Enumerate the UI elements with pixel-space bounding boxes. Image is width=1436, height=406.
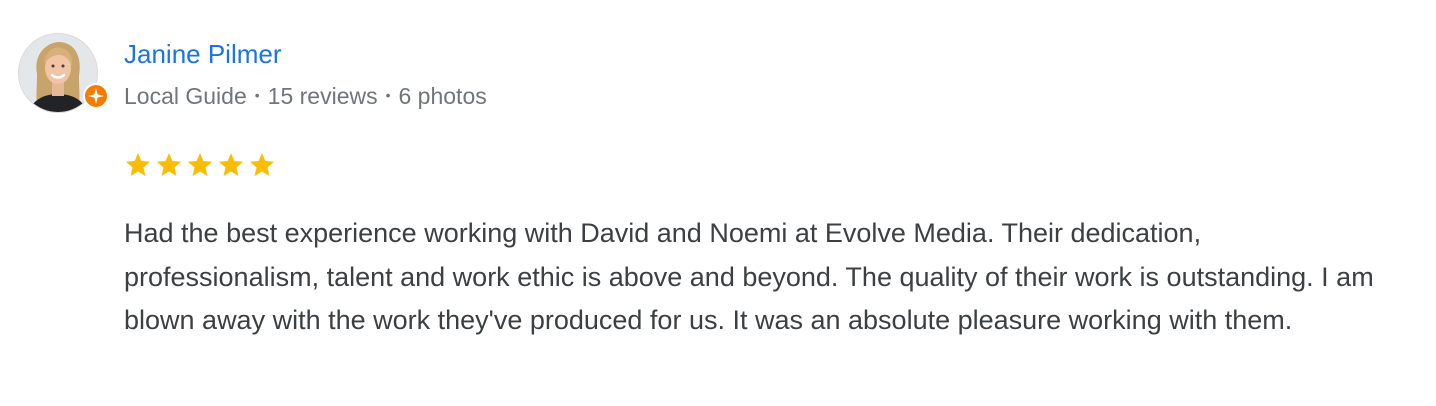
star-icon [156, 153, 182, 176]
local-guide-label: Local Guide [124, 83, 247, 109]
local-guide-star-icon [82, 82, 110, 110]
author-avatar[interactable] [18, 33, 109, 113]
review-card: Janine Pilmer Local Guide • 15 reviews • 6 p… [0, 0, 1436, 406]
star-rating [124, 151, 279, 181]
photo-count: 6 photos [398, 83, 487, 109]
star-icon [187, 153, 213, 176]
author-name-link[interactable]: Janine Pilmer [124, 38, 282, 70]
star-icon [249, 153, 275, 176]
meta-separator: • [254, 87, 260, 103]
star-icon [125, 153, 151, 176]
review-text: Had the best experience working with Dav… [124, 218, 1374, 335]
meta-separator: • [385, 87, 391, 103]
author-meta: Local Guide • 15 reviews • 6 photos [124, 80, 487, 111]
star-icon [218, 153, 244, 176]
review-count: 15 reviews [267, 83, 378, 109]
